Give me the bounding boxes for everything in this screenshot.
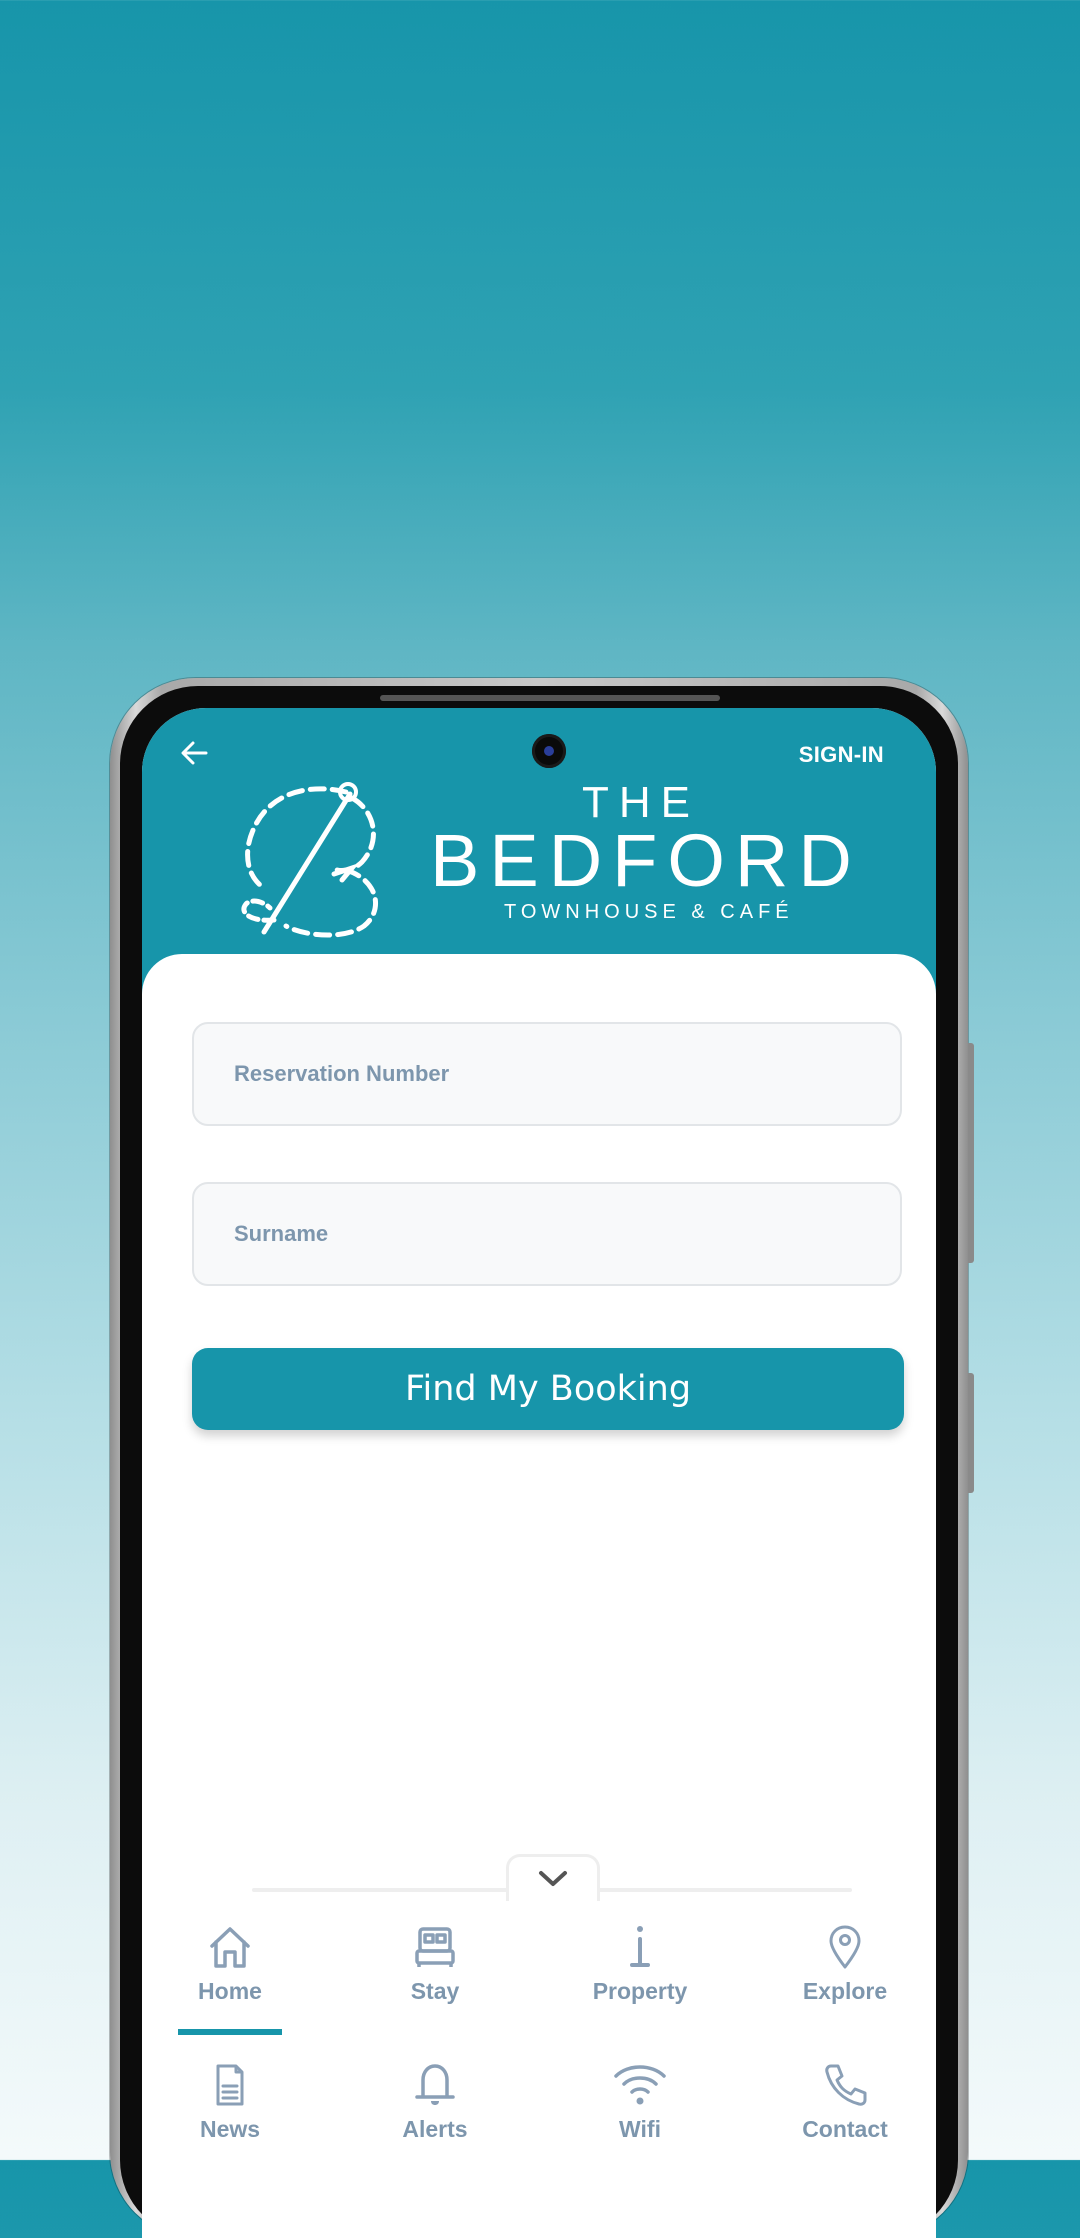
- nav-label: Wifi: [619, 2116, 661, 2142]
- nav-item-contact[interactable]: Contact: [765, 2062, 925, 2182]
- nav-item-news[interactable]: News: [150, 2062, 310, 2182]
- booking-form: Find My Booking Home: [142, 954, 936, 2238]
- map-pin-icon: [829, 1925, 861, 1969]
- chevron-down-icon: [539, 1871, 567, 1886]
- speaker-grille: [380, 695, 720, 701]
- phone-frame: SIGN-IN THE BEDFORD TOWNHOUSE & CAFÉ Res…: [110, 678, 974, 2238]
- nav-item-alerts[interactable]: Alerts: [355, 2062, 515, 2182]
- nav-label: Property: [592, 1978, 688, 2004]
- wifi-icon: [614, 2065, 666, 2105]
- nav-item-explore[interactable]: Explore: [765, 1924, 925, 2044]
- surname-input[interactable]: [192, 1182, 902, 1286]
- nav-label: Home: [198, 1978, 262, 2004]
- reservation-number-input[interactable]: [192, 1022, 902, 1126]
- bell-icon: [415, 2064, 455, 2105]
- nav-label: Explore: [802, 1978, 888, 2004]
- brand-subtitle: TOWNHOUSE & CAFÉ: [504, 901, 794, 923]
- active-tab-indicator: [178, 2029, 282, 2035]
- phone-icon: [825, 2064, 867, 2106]
- nav-label: News: [199, 2116, 261, 2142]
- nav-item-home[interactable]: Home: [150, 1924, 310, 2044]
- app-screen: SIGN-IN THE BEDFORD TOWNHOUSE & CAFÉ Res…: [142, 708, 936, 2238]
- phone-bezel: SIGN-IN THE BEDFORD TOWNHOUSE & CAFÉ Res…: [120, 686, 958, 2238]
- volume-button: [968, 1043, 974, 1263]
- front-camera: [532, 734, 566, 768]
- nav-label: Alerts: [402, 2116, 468, 2142]
- document-icon: [216, 2064, 244, 2106]
- nav-item-wifi[interactable]: Wifi: [560, 2062, 720, 2182]
- sign-in-link[interactable]: SIGN-IN: [799, 742, 884, 768]
- bed-icon: [415, 1927, 455, 1967]
- nav-item-property[interactable]: Property: [560, 1924, 720, 2044]
- find-my-booking-button[interactable]: Find My Booking: [192, 1348, 904, 1430]
- home-icon: [210, 1927, 250, 1968]
- info-icon: [630, 1926, 650, 1967]
- back-button[interactable]: [176, 738, 212, 768]
- power-button: [968, 1373, 974, 1493]
- nav-label: Contact: [802, 2116, 888, 2142]
- nav-item-stay[interactable]: Stay: [355, 1924, 515, 2044]
- nav-label: Stay: [410, 1978, 460, 2004]
- arrow-left-icon: [181, 741, 208, 765]
- brand-name: BEDFORD: [430, 819, 862, 902]
- collapse-nav-button[interactable]: [506, 1854, 600, 1901]
- bedford-logo-icon: [241, 782, 379, 938]
